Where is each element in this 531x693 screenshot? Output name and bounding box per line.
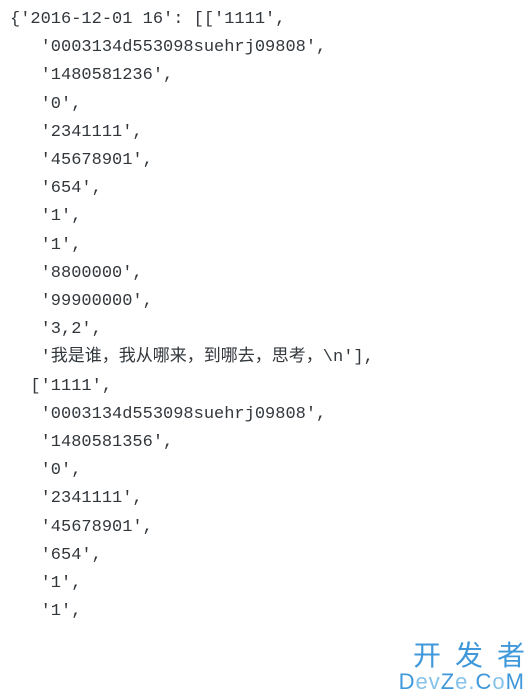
code-line: '1480581356', — [10, 433, 173, 452]
code-line: '45678901', — [10, 151, 153, 170]
code-line: ['1111', — [10, 377, 112, 396]
watermark-en: DevZe.CoM — [399, 670, 525, 693]
code-line: '2341111', — [10, 123, 143, 142]
code-line: '1', — [10, 574, 81, 593]
code-line: '我是谁，我从哪来，到哪去，思考，\n'], — [10, 348, 374, 367]
code-line: '1', — [10, 602, 81, 621]
code-line: '8800000', — [10, 264, 143, 283]
code-line: '45678901', — [10, 518, 153, 537]
code-line: '1', — [10, 236, 81, 255]
code-line: '654', — [10, 546, 102, 565]
code-line: '0', — [10, 461, 81, 480]
code-line: '654', — [10, 179, 102, 198]
code-line: '1480581236', — [10, 66, 173, 85]
code-line: '3,2', — [10, 320, 102, 339]
code-line: '2341111', — [10, 489, 143, 508]
code-line: '1', — [10, 207, 81, 226]
code-line: '0', — [10, 95, 81, 114]
code-line: '0003134d553098suehrj09808', — [10, 405, 326, 424]
code-block: {'2016-12-01 16': [['1111', '0003134d553… — [0, 0, 531, 659]
code-line: {'2016-12-01 16': [['1111', — [10, 10, 285, 29]
code-line: '0003134d553098suehrj09808', — [10, 38, 326, 57]
code-line: '99900000', — [10, 292, 153, 311]
